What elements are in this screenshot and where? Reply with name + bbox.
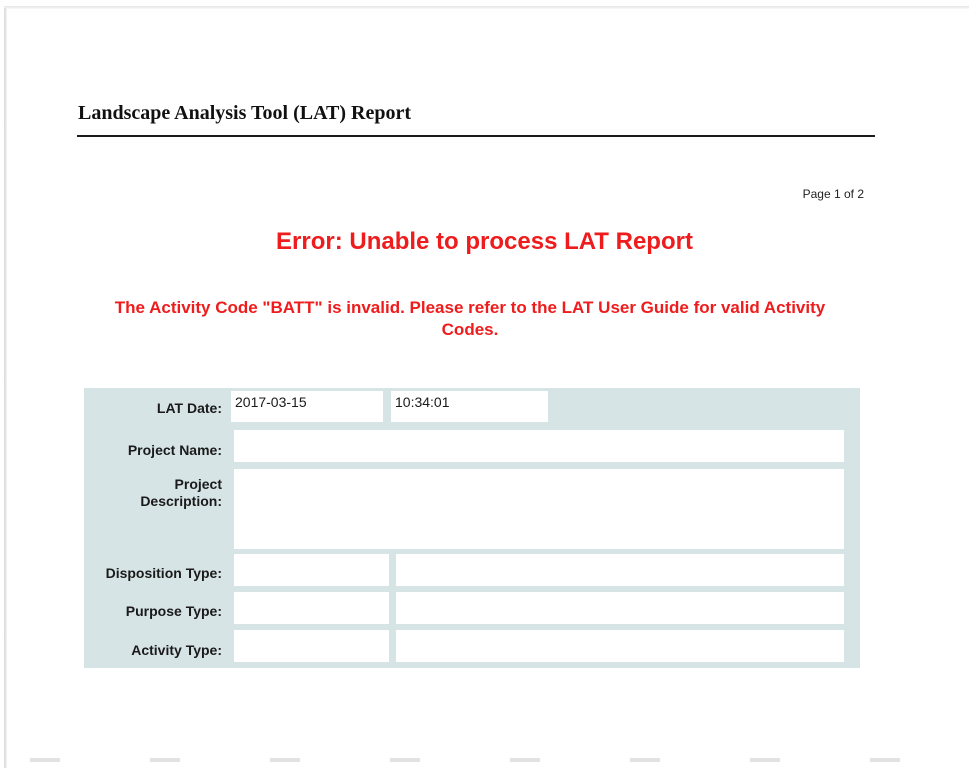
project-description-label-line2: Description: [140, 493, 222, 509]
project-info-panel: LAT Date: 2017-03-15 10:34:01 Project Na… [84, 388, 860, 668]
page-top-edge [4, 6, 969, 9]
lat-date-label: LAT Date: [156, 400, 222, 416]
lat-time-field: 10:34:01 [391, 391, 548, 422]
project-name-label: Project Name: [127, 442, 222, 458]
purpose-type-code-field [234, 592, 389, 624]
disposition-type-code-field [234, 554, 389, 586]
project-description-label-line1: Project [174, 476, 222, 492]
activity-type-description-field [396, 630, 844, 662]
error-message: The Activity Code "BATT" is invalid. Ple… [114, 298, 826, 339]
activity-type-label: Activity Type: [131, 642, 222, 658]
report-header: Landscape Analysis Tool (LAT) Report [77, 100, 875, 137]
lat-date-field: 2017-03-15 [231, 391, 383, 422]
error-heading: Error: Unable to process LAT Report [276, 228, 693, 255]
disposition-type-label: Disposition Type: [105, 565, 222, 581]
report-title: Landscape Analysis Tool (LAT) Report [78, 102, 412, 124]
title-rule [77, 135, 875, 137]
page-bottom-edge [30, 758, 930, 762]
activity-type-code-field [234, 630, 389, 662]
project-description-field [234, 469, 844, 549]
page-left-edge [4, 8, 7, 768]
purpose-type-description-field [396, 592, 844, 624]
project-name-field [234, 430, 844, 462]
disposition-type-description-field [396, 554, 844, 586]
purpose-type-label: Purpose Type: [125, 603, 222, 619]
page-indicator: Page 1 of 2 [802, 187, 864, 201]
